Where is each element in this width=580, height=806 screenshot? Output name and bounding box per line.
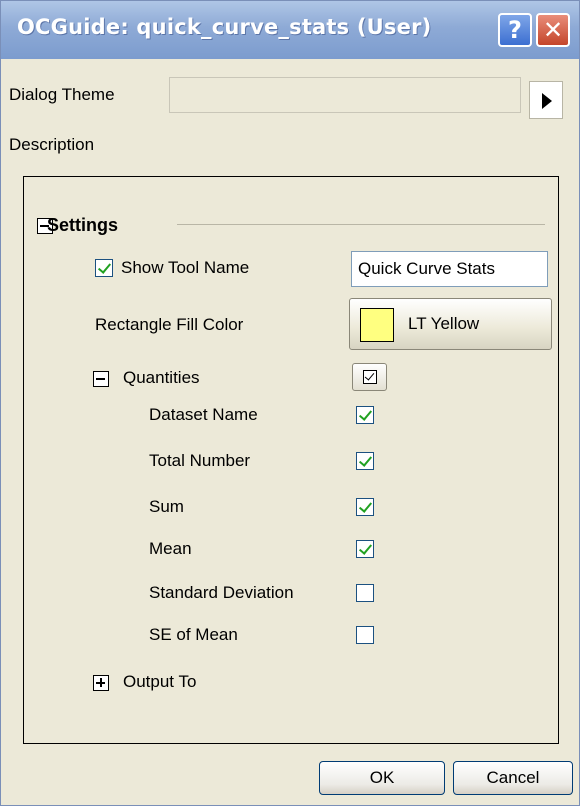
color-swatch	[360, 308, 394, 342]
close-button[interactable]: ✕	[536, 13, 570, 47]
rectangle-fill-color-label: Rectangle Fill Color	[95, 315, 244, 334]
description-label: Description	[9, 135, 95, 154]
mean-checkbox[interactable]	[356, 540, 374, 558]
ok-button[interactable]: OK	[319, 761, 445, 795]
fill-color-value: LT Yellow	[408, 314, 480, 333]
settings-divider	[177, 224, 545, 225]
theme-menu-arrow-icon[interactable]	[529, 81, 563, 119]
title-bar[interactable]: OCGuide: quick_curve_stats (User) ? ✕	[1, 1, 579, 59]
quantity-label: Standard Deviation	[149, 583, 294, 602]
quantities-label: Quantities	[123, 368, 200, 387]
cancel-button[interactable]: Cancel	[453, 761, 573, 795]
quantity-label: Total Number	[149, 451, 251, 470]
standard-deviation-checkbox[interactable]	[356, 584, 374, 602]
check-icon	[363, 370, 377, 384]
help-button[interactable]: ?	[498, 13, 532, 47]
collapse-quantities-icon[interactable]	[93, 371, 109, 387]
sum-checkbox[interactable]	[356, 498, 374, 516]
quantities-select-all-button[interactable]	[352, 363, 387, 391]
show-tool-name-checkbox[interactable]	[95, 259, 113, 277]
quantity-label: Dataset Name	[149, 405, 258, 424]
dataset-name-checkbox[interactable]	[356, 406, 374, 424]
expand-output-to-icon[interactable]	[93, 675, 109, 691]
tool-name-input[interactable]	[351, 251, 548, 287]
dialog-theme-field[interactable]	[169, 77, 521, 113]
quantity-label: Mean	[149, 539, 192, 558]
se-of-mean-checkbox[interactable]	[356, 626, 374, 644]
dialog-theme-label: Dialog Theme	[9, 85, 115, 104]
output-to-label: Output To	[123, 672, 197, 691]
show-tool-name-label: Show Tool Name	[121, 258, 250, 277]
fill-color-button[interactable]: LT Yellow	[349, 298, 552, 350]
quantity-label: SE of Mean	[149, 625, 238, 644]
settings-title: Settings	[47, 215, 119, 235]
total-number-checkbox[interactable]	[356, 452, 374, 470]
quantity-label: Sum	[149, 497, 184, 516]
dialog-window: OCGuide: quick_curve_stats (User) ? ✕ Di…	[0, 0, 580, 806]
window-title: OCGuide: quick_curve_stats (User)	[17, 15, 432, 39]
